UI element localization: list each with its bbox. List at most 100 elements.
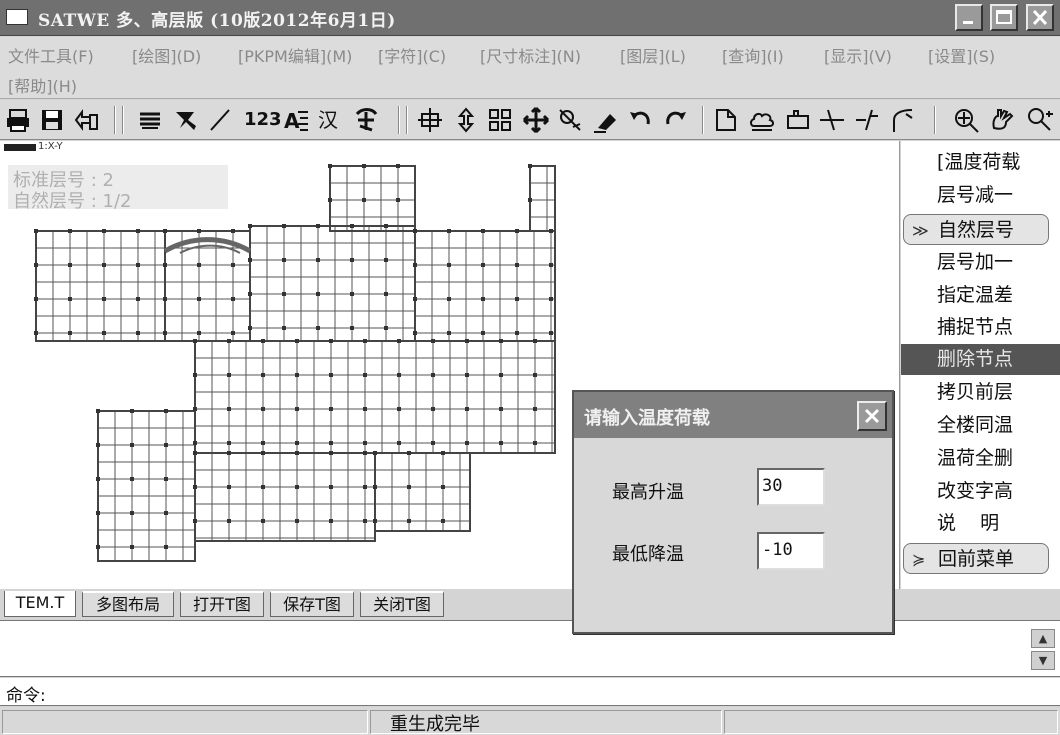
close-window-button[interactable] — [1026, 4, 1054, 31]
layer-props-icon[interactable] — [136, 106, 164, 134]
scroll-up-button[interactable]: ▲ — [1031, 629, 1055, 648]
toolbar-separator — [934, 106, 936, 134]
save-icon[interactable] — [38, 106, 66, 134]
max-temp-label: 最高升温 — [612, 482, 684, 503]
close-icon — [864, 408, 880, 424]
zoom-extent-icon[interactable] — [1026, 106, 1054, 134]
dialog-title: 请输入温度荷载 — [584, 408, 710, 429]
side-item-temperature-load[interactable]: [温度荷载 — [901, 147, 1060, 178]
status-text: 重生成完毕 — [390, 714, 480, 735]
svg-text:A: A — [284, 109, 300, 133]
menu-settings[interactable]: [设置](S) — [928, 43, 995, 67]
side-item-natural-floor[interactable]: ≫ 自然层号 — [903, 214, 1049, 245]
side-item-label: 指定温差 — [937, 284, 1014, 306]
erase-icon[interactable] — [592, 106, 620, 134]
title-bar: SATWE 多、高层版 (10版2012年6月1日) — [0, 0, 1060, 36]
menu-file[interactable]: 文件工具(F) — [8, 43, 94, 67]
tab-open-t[interactable]: 打开T图 — [180, 591, 264, 617]
font-icon[interactable] — [352, 106, 380, 134]
print-icon[interactable] — [4, 106, 32, 134]
status-bar: 重生成完毕 — [0, 707, 1060, 735]
side-item-label: 改变字高 — [937, 480, 1014, 502]
pick-icon[interactable] — [172, 106, 200, 134]
trim-icon[interactable] — [818, 106, 846, 134]
minimize-button[interactable] — [955, 4, 983, 31]
min-temp-input[interactable]: -10 — [757, 532, 825, 570]
page-icon[interactable] — [712, 106, 740, 134]
side-item-back-to-menu[interactable]: ≽ 回前菜单 — [903, 543, 1049, 574]
menu-dimension[interactable]: [尺寸标注](N) — [480, 43, 581, 67]
menu-help[interactable]: [帮助](H) — [8, 73, 77, 97]
scroll-down-button[interactable]: ▼ — [1031, 651, 1055, 670]
tab-close-t[interactable]: 关闭T图 — [360, 591, 444, 617]
window-title: SATWE 多、高层版 (10版2012年6月1日) — [38, 11, 396, 31]
zoom-icon[interactable] — [952, 106, 980, 134]
max-temp-input[interactable]: 30 — [757, 468, 825, 506]
dialog-title-bar: 请输入温度荷载 — [574, 392, 892, 438]
vertical-move-icon[interactable] — [452, 106, 480, 134]
tab-save-t[interactable]: 保存T图 — [270, 591, 354, 617]
chevron-down-icon: ≽ — [912, 550, 926, 569]
menu-text[interactable]: [字符](C) — [378, 43, 446, 67]
chinese-text-icon[interactable]: 汉 — [318, 106, 346, 134]
undo-icon[interactable] — [626, 106, 654, 134]
side-item-label: 温荷全删 — [937, 447, 1014, 469]
side-item-change-text-height[interactable]: 改变字高 — [901, 476, 1060, 507]
toolbar-separator — [114, 106, 116, 134]
grid-icon[interactable] — [486, 106, 514, 134]
minimize-icon — [963, 21, 973, 24]
number-icon[interactable]: 123 — [244, 106, 282, 134]
side-item-label: 拷贝前层 — [937, 381, 1014, 403]
app-icon — [6, 9, 28, 25]
side-item-whole-building-same-temp[interactable]: 全楼同温 — [901, 410, 1060, 441]
side-item-floor-minus[interactable]: 层号减一 — [901, 180, 1060, 211]
menu-pkpm-edit[interactable]: [PKPM编辑](M) — [238, 43, 352, 67]
fillet-icon[interactable] — [888, 106, 916, 134]
side-item-label: [温度荷载 — [937, 151, 1021, 173]
menu-view[interactable]: [显示](V) — [824, 43, 892, 67]
side-item-label: 说 明 — [937, 512, 1000, 534]
side-item-delete-all-temp-loads[interactable]: 温荷全删 — [901, 443, 1060, 474]
extend-icon[interactable] — [852, 106, 880, 134]
side-item-instructions[interactable]: 说 明 — [901, 508, 1060, 539]
menu-layer[interactable]: [图层](L) — [620, 43, 686, 67]
toolbar: 123 A 汉 — [0, 100, 1060, 140]
maximize-icon — [996, 10, 1012, 24]
text-style-icon[interactable]: A — [282, 106, 310, 134]
toolbar-separator — [122, 106, 124, 134]
side-item-label: 捕捉节点 — [937, 316, 1014, 338]
snap-icon[interactable] — [556, 106, 584, 134]
min-temp-label: 最低降温 — [612, 544, 684, 565]
tab-multi-layout[interactable]: 多图布局 — [82, 591, 174, 617]
cloud-icon[interactable] — [748, 106, 776, 134]
dialog-close-button[interactable] — [857, 401, 887, 431]
rect-icon[interactable] — [784, 106, 812, 134]
toolbar-separator — [398, 106, 400, 134]
side-item-delete-node[interactable]: 删除节点 — [901, 344, 1060, 375]
move-icon[interactable] — [522, 106, 550, 134]
pan-icon[interactable] — [988, 106, 1016, 134]
side-item-label: 层号减一 — [937, 184, 1014, 206]
line-icon[interactable] — [206, 106, 234, 134]
status-cell — [724, 710, 1058, 734]
output-pane[interactable]: ▲ ▼ — [0, 620, 1060, 677]
status-cell — [2, 710, 368, 734]
command-line[interactable]: 命令: — [0, 678, 1060, 706]
crosshair-icon[interactable] — [416, 106, 444, 134]
tab-tem-t[interactable]: TEM.T — [4, 591, 76, 617]
temperature-load-dialog: 请输入温度荷载 最高升温 30 最低降温 -10 — [572, 390, 894, 634]
side-item-copy-prev-floor[interactable]: 拷贝前层 — [901, 377, 1060, 408]
menu-draw[interactable]: [绘图](D) — [132, 43, 201, 67]
side-item-assign-temp-diff[interactable]: 指定温差 — [901, 280, 1060, 311]
redo-icon[interactable] — [662, 106, 690, 134]
side-item-floor-plus[interactable]: 层号加一 — [901, 247, 1060, 278]
side-item-label: 自然层号 — [938, 219, 1015, 241]
side-item-label: 删除节点 — [937, 348, 1014, 370]
command-label: 命令: — [6, 686, 46, 706]
export-icon[interactable] — [72, 106, 100, 134]
side-item-label: 回前菜单 — [938, 548, 1015, 570]
menu-query[interactable]: [查询](I) — [722, 43, 784, 67]
close-icon — [1032, 9, 1048, 26]
side-item-snap-node[interactable]: 捕捉节点 — [901, 312, 1060, 343]
maximize-button[interactable] — [990, 4, 1018, 31]
